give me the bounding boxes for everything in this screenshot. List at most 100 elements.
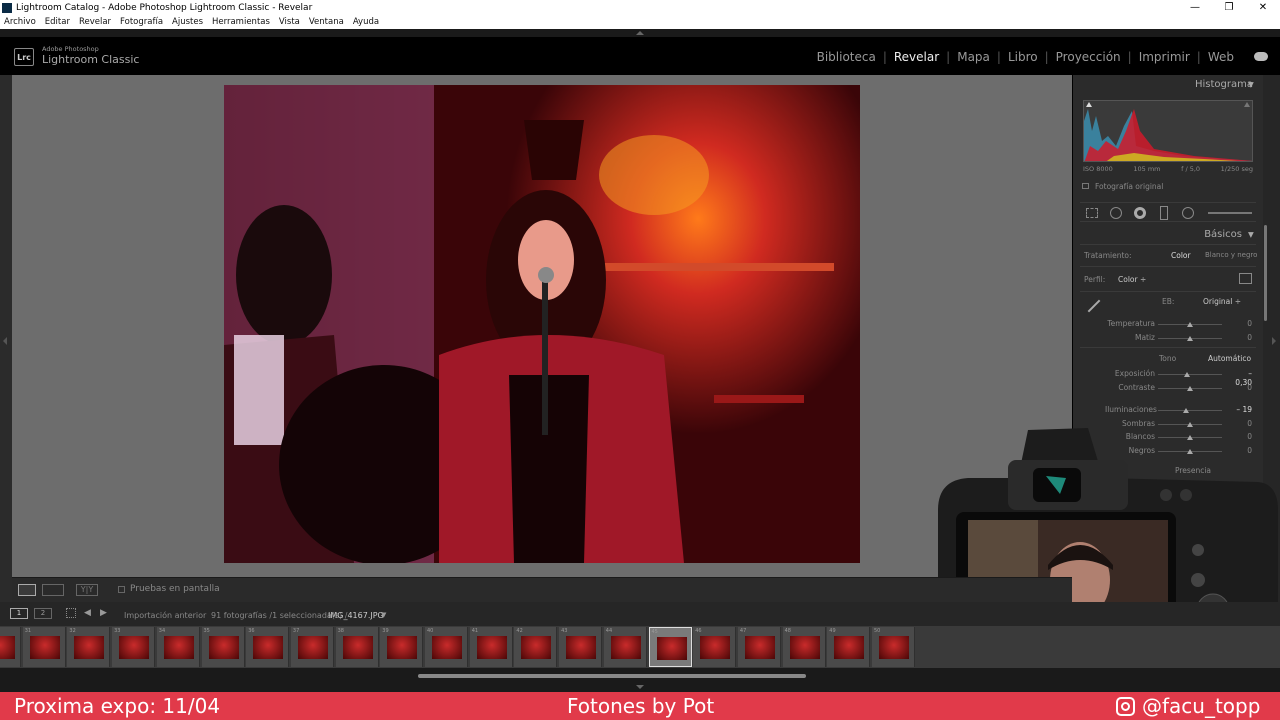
original-photo-checkbox[interactable] <box>1082 183 1089 189</box>
slider-value[interactable]: 0 <box>1232 383 1252 392</box>
highlight-clipping-icon[interactable] <box>1244 102 1250 107</box>
module-proyeccion[interactable]: Proyección <box>1056 50 1121 64</box>
close-button[interactable]: ✕ <box>1246 0 1280 15</box>
filmstrip-thumbnail[interactable]: 36 <box>246 627 290 667</box>
menu-ayuda[interactable]: Ayuda <box>353 17 379 27</box>
graduated-filter-icon[interactable] <box>1160 206 1168 220</box>
current-filename[interactable]: IMG_4167.JPG <box>328 611 384 620</box>
profile-browser-grid-icon[interactable] <box>1239 273 1252 284</box>
left-panel-collapsed[interactable] <box>0 75 12 602</box>
screen-1-button[interactable]: 1 <box>10 608 28 619</box>
scrollbar-thumb[interactable] <box>1264 225 1267 321</box>
filmstrip-thumbnail[interactable]: 43 <box>559 627 603 667</box>
maximize-button[interactable]: ❐ <box>1212 0 1246 15</box>
module-separator: | <box>1196 50 1201 64</box>
slider-handle[interactable] <box>1182 408 1189 413</box>
filmstrip-thumbnail[interactable]: 31 <box>22 627 66 667</box>
filmstrip-thumbnail[interactable]: 37 <box>290 627 334 667</box>
filmstrip-thumbnail[interactable]: 50 <box>872 627 915 667</box>
cloud-sync-icon[interactable] <box>1254 52 1268 61</box>
menu-vista[interactable]: Vista <box>279 17 300 27</box>
nav-forward-icon[interactable]: ▶ <box>100 608 107 618</box>
profile-select[interactable]: Color ÷ <box>1118 275 1146 284</box>
menu-ventana[interactable]: Ventana <box>309 17 344 27</box>
filmstrip-thumbnail[interactable]: 39 <box>380 627 424 667</box>
slider-handle[interactable] <box>1187 386 1193 391</box>
wb-select[interactable]: Original ÷ <box>1203 297 1241 306</box>
module-mapa[interactable]: Mapa <box>957 50 990 64</box>
auto-tone-button[interactable]: Automático <box>1208 354 1251 363</box>
filmstrip-thumbnail[interactable]: 46 <box>693 627 737 667</box>
softproof-checkbox[interactable] <box>118 586 125 593</box>
menu-ajustes[interactable]: Ajustes <box>172 17 203 27</box>
original-photo-label: Fotografía original <box>1095 182 1164 191</box>
slider-track[interactable] <box>1158 408 1222 413</box>
filmstrip-thumbnail[interactable]: 47 <box>737 627 781 667</box>
filmstrip-thumbnail[interactable]: 33 <box>112 627 156 667</box>
slider-track[interactable] <box>1158 372 1222 377</box>
basic-header[interactable]: Básicos <box>1204 229 1242 240</box>
slider-track[interactable] <box>1158 322 1222 327</box>
before-after-yy-icon[interactable]: Y|Y <box>76 584 98 596</box>
shadow-clipping-icon[interactable] <box>1086 102 1092 107</box>
grid-view-icon[interactable] <box>66 608 76 618</box>
slider-track[interactable] <box>1158 386 1222 391</box>
chevron-down-icon[interactable] <box>636 685 644 689</box>
slider-handle[interactable] <box>1184 372 1191 377</box>
menu-archivo[interactable]: Archivo <box>4 17 36 27</box>
treatment-color-button[interactable]: Color <box>1171 251 1191 260</box>
module-revelar[interactable]: Revelar <box>894 50 939 64</box>
filmstrip-thumbnail[interactable]: 42 <box>514 627 558 667</box>
histogram-header[interactable]: Histograma <box>1195 79 1253 90</box>
screen-2-button[interactable]: 2 <box>34 608 52 619</box>
slider-handle[interactable] <box>1187 336 1193 341</box>
red-eye-icon[interactable] <box>1134 207 1146 219</box>
top-panel-toggle[interactable] <box>0 29 1280 37</box>
filmstrip-scrollbar[interactable] <box>418 674 806 678</box>
menu-editar[interactable]: Editar <box>45 17 70 27</box>
main-photo[interactable] <box>224 85 860 563</box>
filmstrip-thumbnail[interactable]: 48 <box>782 627 826 667</box>
collapse-triangle-icon[interactable]: ▼ <box>1248 80 1254 89</box>
loupe-view-icon[interactable] <box>18 584 36 596</box>
collapse-triangle-icon[interactable]: ▼ <box>1248 230 1254 239</box>
thumbnail-image <box>476 636 507 659</box>
filmstrip-thumbnail[interactable]: 45 <box>648 627 692 667</box>
window-titlebar: Lightroom Catalog - Adobe Photoshop Ligh… <box>0 0 1280 15</box>
filmstrip-thumbnail[interactable]: 32 <box>67 627 111 667</box>
module-libro[interactable]: Libro <box>1008 50 1038 64</box>
menu-fotografia[interactable]: Fotografía <box>120 17 163 27</box>
minimize-button[interactable]: — <box>1178 0 1212 15</box>
footer-right-text: @facu_topp <box>1142 694 1261 718</box>
module-imprimir[interactable]: Imprimir <box>1139 50 1190 64</box>
adjustment-brush-icon[interactable] <box>1208 212 1252 214</box>
module-biblioteca[interactable]: Biblioteca <box>817 50 876 64</box>
white-balance-eyedropper-icon[interactable] <box>1086 298 1102 314</box>
softproof-label: Pruebas en pantalla <box>130 584 220 594</box>
filmstrip-thumbnail[interactable]: 30 <box>0 627 21 667</box>
filmstrip-thumbnail[interactable]: 40 <box>425 627 468 667</box>
treatment-bw-button[interactable]: Blanco y negro <box>1205 251 1257 259</box>
slider-value[interactable]: 0 <box>1232 319 1252 328</box>
spot-removal-icon[interactable] <box>1110 207 1122 219</box>
thumbnail-number: 35 <box>203 628 210 634</box>
slider-value[interactable]: 0 <box>1232 333 1252 342</box>
radial-filter-icon[interactable] <box>1182 207 1194 219</box>
slider-track[interactable] <box>1158 336 1222 341</box>
crop-icon[interactable] <box>1086 208 1098 218</box>
menu-herramientas[interactable]: Herramientas <box>212 17 270 27</box>
filename-dropdown-icon[interactable]: ▼ <box>381 611 386 619</box>
slider-value[interactable]: – 19 <box>1232 405 1252 414</box>
filmstrip-thumbnail[interactable]: 49 <box>827 627 871 667</box>
module-web[interactable]: Web <box>1208 50 1234 64</box>
filmstrip-thumbnail[interactable]: 34 <box>156 627 200 667</box>
filmstrip-thumbnail[interactable]: 44 <box>603 627 647 667</box>
filmstrip-thumbnail[interactable]: 41 <box>469 627 513 667</box>
filmstrip-source[interactable]: Importación anterior <box>124 611 206 620</box>
menu-revelar[interactable]: Revelar <box>79 17 111 27</box>
slider-handle[interactable] <box>1187 322 1193 327</box>
filmstrip-thumbnail[interactable]: 38 <box>335 627 379 667</box>
filmstrip-thumbnail[interactable]: 35 <box>201 627 245 667</box>
before-after-icon[interactable] <box>42 584 64 596</box>
nav-back-icon[interactable]: ◀ <box>84 608 91 618</box>
